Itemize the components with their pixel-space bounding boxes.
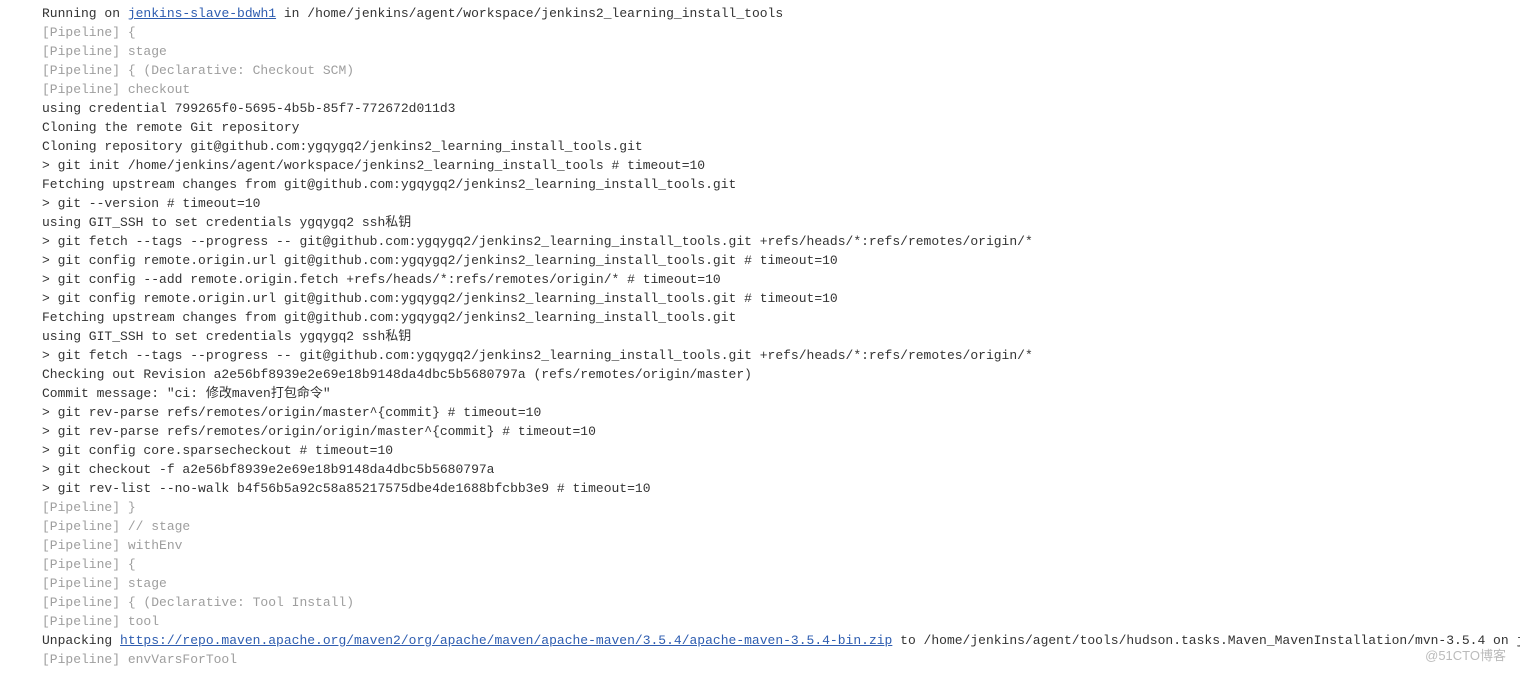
log-text: Fetching upstream changes from git@githu… [42,177,736,192]
console-line: [Pipeline] { (Declarative: Checkout SCM) [42,61,1520,80]
console-line: [Pipeline] { [42,555,1520,574]
log-text: > git config remote.origin.url git@githu… [42,253,838,268]
console-line: > git rev-parse refs/remotes/origin/mast… [42,403,1520,422]
pipeline-marker: [Pipeline] { (Declarative: Checkout SCM) [42,63,354,78]
log-text: Cloning repository git@github.com:ygqygq… [42,139,643,154]
console-line: > git --version # timeout=10 [42,194,1520,213]
pipeline-marker: [Pipeline] checkout [42,82,190,97]
console-line: Cloning repository git@github.com:ygqygq… [42,137,1520,156]
console-line: > git checkout -f a2e56bf8939e2e69e18b91… [42,460,1520,479]
log-text: > git rev-parse refs/remotes/origin/orig… [42,424,596,439]
console-line: Checking out Revision a2e56bf8939e2e69e1… [42,365,1520,384]
pipeline-marker: [Pipeline] // stage [42,519,190,534]
console-line: > git fetch --tags --progress -- git@git… [42,346,1520,365]
log-text: > git config remote.origin.url git@githu… [42,291,838,306]
console-line: > git config remote.origin.url git@githu… [42,251,1520,270]
log-text: using GIT_SSH to set credentials ygqygq2… [42,215,411,230]
log-text: > git rev-list --no-walk b4f56b5a92c58a8… [42,481,651,496]
log-text: > git config core.sparsecheckout # timeo… [42,443,393,458]
log-text: using credential 799265f0-5695-4b5b-85f7… [42,101,455,116]
pipeline-marker: [Pipeline] { (Declarative: Tool Install) [42,595,354,610]
console-line: Unpacking https://repo.maven.apache.org/… [42,631,1520,650]
log-text: Unpacking [42,633,120,648]
pipeline-marker: [Pipeline] envVarsForTool [42,652,237,667]
console-line: [Pipeline] { (Declarative: Tool Install) [42,593,1520,612]
console-line: [Pipeline] stage [42,574,1520,593]
console-line: > git config remote.origin.url git@githu… [42,289,1520,308]
console-line: [Pipeline] { [42,23,1520,42]
console-line: > git rev-parse refs/remotes/origin/orig… [42,422,1520,441]
console-line: [Pipeline] envVarsForTool [42,650,1520,669]
console-line: [Pipeline] withEnv [42,536,1520,555]
console-line: > git rev-list --no-walk b4f56b5a92c58a8… [42,479,1520,498]
log-text: > git --version # timeout=10 [42,196,260,211]
console-line: > git config --add remote.origin.fetch +… [42,270,1520,289]
console-line: using GIT_SSH to set credentials ygqygq2… [42,213,1520,232]
log-text: Checking out Revision a2e56bf8939e2e69e1… [42,367,752,382]
pipeline-marker: [Pipeline] } [42,500,136,515]
log-text: > git rev-parse refs/remotes/origin/mast… [42,405,541,420]
log-text: Fetching upstream changes from git@githu… [42,310,736,325]
log-text: using GIT_SSH to set credentials ygqygq2… [42,329,411,344]
console-line: using credential 799265f0-5695-4b5b-85f7… [42,99,1520,118]
console-line: [Pipeline] stage [42,42,1520,61]
console-line: Fetching upstream changes from git@githu… [42,308,1520,327]
pipeline-marker: [Pipeline] { [42,557,136,572]
console-line: using GIT_SSH to set credentials ygqygq2… [42,327,1520,346]
pipeline-marker: [Pipeline] { [42,25,136,40]
log-text: to /home/jenkins/agent/tools/hudson.task… [892,633,1520,648]
log-text: Commit message: "ci: 修改maven打包命令" [42,386,331,401]
console-line: > git config core.sparsecheckout # timeo… [42,441,1520,460]
log-text: > git fetch --tags --progress -- git@git… [42,348,1033,363]
log-link[interactable]: jenkins-slave-bdwh1 [128,6,276,21]
pipeline-marker: [Pipeline] tool [42,614,159,629]
log-text: > git checkout -f a2e56bf8939e2e69e18b91… [42,462,494,477]
log-text: > git fetch --tags --progress -- git@git… [42,234,1033,249]
console-line: Running on jenkins-slave-bdwh1 in /home/… [42,4,1520,23]
log-text: Cloning the remote Git repository [42,120,299,135]
console-line: [Pipeline] tool [42,612,1520,631]
log-link[interactable]: https://repo.maven.apache.org/maven2/org… [120,633,892,648]
log-text: > git config --add remote.origin.fetch +… [42,272,721,287]
console-line: [Pipeline] checkout [42,80,1520,99]
console-line: Fetching upstream changes from git@githu… [42,175,1520,194]
log-text: Running on [42,6,128,21]
log-text: in /home/jenkins/agent/workspace/jenkins… [276,6,783,21]
console-output: Running on jenkins-slave-bdwh1 in /home/… [42,4,1520,669]
log-text: > git init /home/jenkins/agent/workspace… [42,158,705,173]
pipeline-marker: [Pipeline] stage [42,576,167,591]
console-line: Cloning the remote Git repository [42,118,1520,137]
pipeline-marker: [Pipeline] stage [42,44,167,59]
console-line: [Pipeline] } [42,498,1520,517]
console-line: [Pipeline] // stage [42,517,1520,536]
console-line: > git init /home/jenkins/agent/workspace… [42,156,1520,175]
console-line: Commit message: "ci: 修改maven打包命令" [42,384,1520,403]
console-line: > git fetch --tags --progress -- git@git… [42,232,1520,251]
pipeline-marker: [Pipeline] withEnv [42,538,182,553]
